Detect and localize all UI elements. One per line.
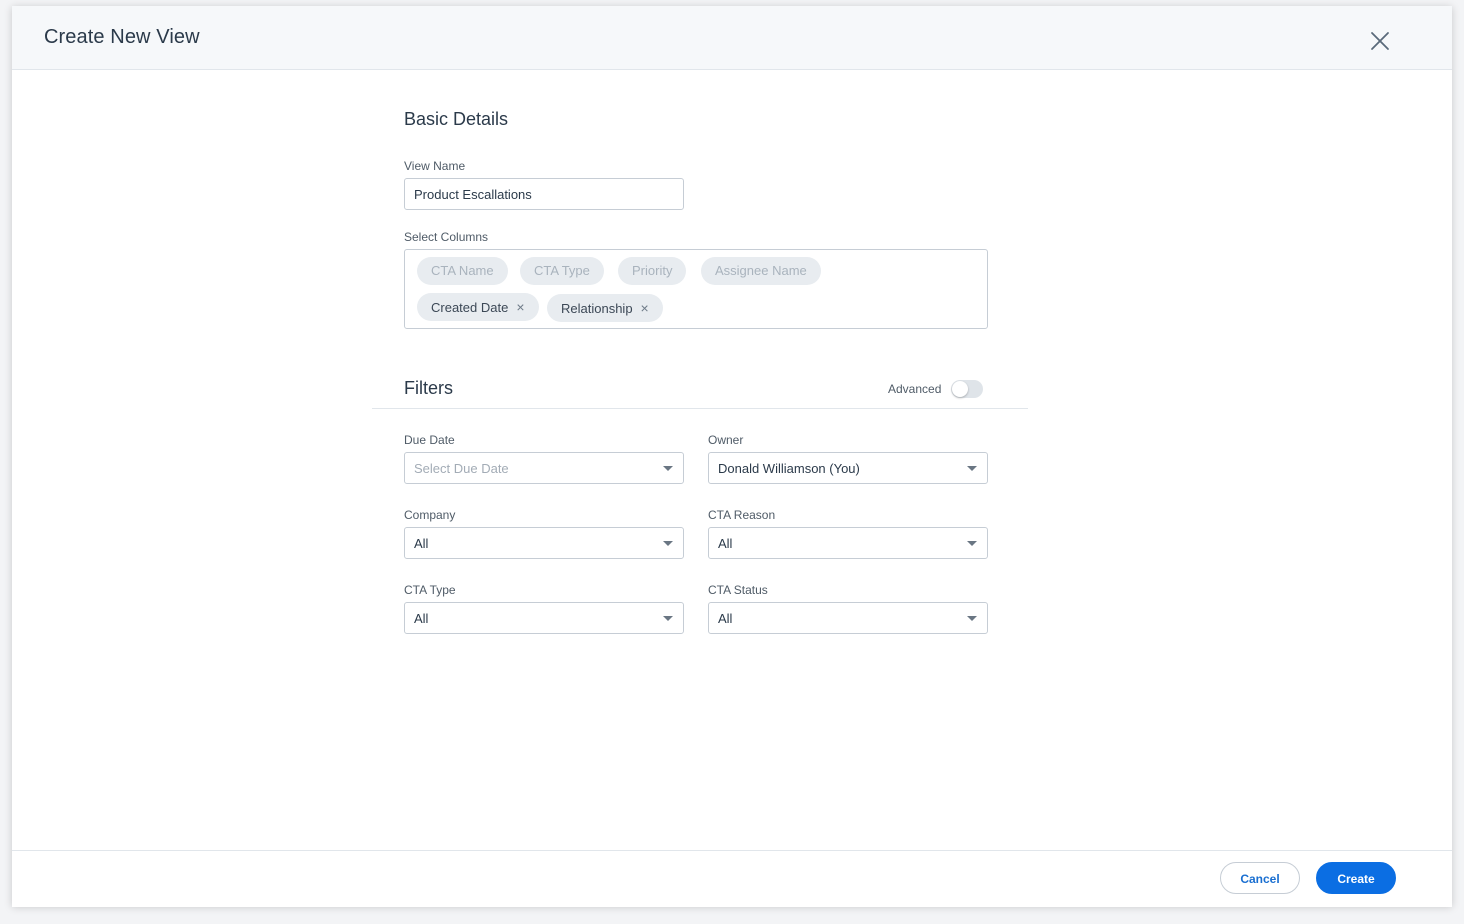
select-columns-box[interactable]: CTA Name CTA Type Priority Assignee Name… — [404, 249, 988, 329]
company-label: Company — [404, 508, 456, 522]
column-chip-cta-name[interactable]: CTA Name — [417, 257, 508, 285]
cta-type-label: CTA Type — [404, 583, 456, 597]
filters-divider — [372, 408, 1028, 409]
column-chip-created-date[interactable]: Created Date × — [417, 293, 539, 321]
owner-value: Donald Williamson (You) — [718, 461, 860, 476]
modal-footer: Cancel Create — [12, 850, 1452, 907]
create-view-modal: Create New View Basic Details View Name … — [12, 6, 1452, 907]
chip-label: Created Date — [431, 300, 509, 315]
chevron-down-icon — [663, 616, 673, 621]
cancel-button[interactable]: Cancel — [1220, 862, 1300, 894]
company-select[interactable]: All — [404, 527, 684, 559]
chevron-down-icon — [663, 541, 673, 546]
chip-label: Assignee Name — [715, 263, 807, 278]
due-date-placeholder: Select Due Date — [414, 461, 509, 476]
chip-label: CTA Name — [431, 263, 494, 278]
cta-reason-select[interactable]: All — [708, 527, 988, 559]
select-columns-label: Select Columns — [404, 230, 489, 244]
due-date-label: Due Date — [404, 433, 455, 447]
owner-label: Owner — [708, 433, 744, 447]
close-icon[interactable] — [1368, 29, 1392, 53]
advanced-toggle-label: Advanced — [888, 382, 942, 396]
modal-title: Create New View — [44, 26, 200, 48]
column-chip-cta-type[interactable]: CTA Type — [520, 257, 604, 285]
column-chip-priority[interactable]: Priority — [618, 257, 687, 285]
chevron-down-icon — [967, 616, 977, 621]
owner-select[interactable]: Donald Williamson (You) — [708, 452, 988, 484]
due-date-select[interactable]: Select Due Date — [404, 452, 684, 484]
cta-status-value: All — [718, 611, 733, 626]
cta-type-select[interactable]: All — [404, 602, 684, 634]
modal-header: Create New View — [12, 6, 1452, 70]
remove-chip-icon[interactable]: × — [516, 293, 524, 321]
chip-label: Priority — [632, 263, 673, 278]
advanced-toggle[interactable] — [951, 380, 983, 398]
chevron-down-icon — [663, 466, 673, 471]
cta-status-label: CTA Status — [708, 583, 768, 597]
column-chip-assignee-name[interactable]: Assignee Name — [701, 257, 821, 285]
column-chip-relationship[interactable]: Relationship × — [547, 294, 663, 322]
chevron-down-icon — [967, 466, 977, 471]
basic-details-heading: Basic Details — [404, 109, 509, 129]
chip-label: Relationship — [561, 301, 633, 316]
filters-heading: Filters — [404, 378, 453, 398]
view-name-input[interactable] — [404, 178, 684, 210]
view-name-label: View Name — [404, 159, 466, 173]
cta-type-value: All — [414, 611, 429, 626]
create-button[interactable]: Create — [1316, 862, 1396, 894]
cta-reason-label: CTA Reason — [708, 508, 776, 522]
cta-status-select[interactable]: All — [708, 602, 988, 634]
chevron-down-icon — [967, 541, 977, 546]
cta-reason-value: All — [718, 536, 733, 551]
company-value: All — [414, 536, 429, 551]
toggle-knob — [952, 381, 968, 397]
chip-label: CTA Type — [534, 263, 590, 278]
remove-chip-icon[interactable]: × — [641, 294, 649, 322]
